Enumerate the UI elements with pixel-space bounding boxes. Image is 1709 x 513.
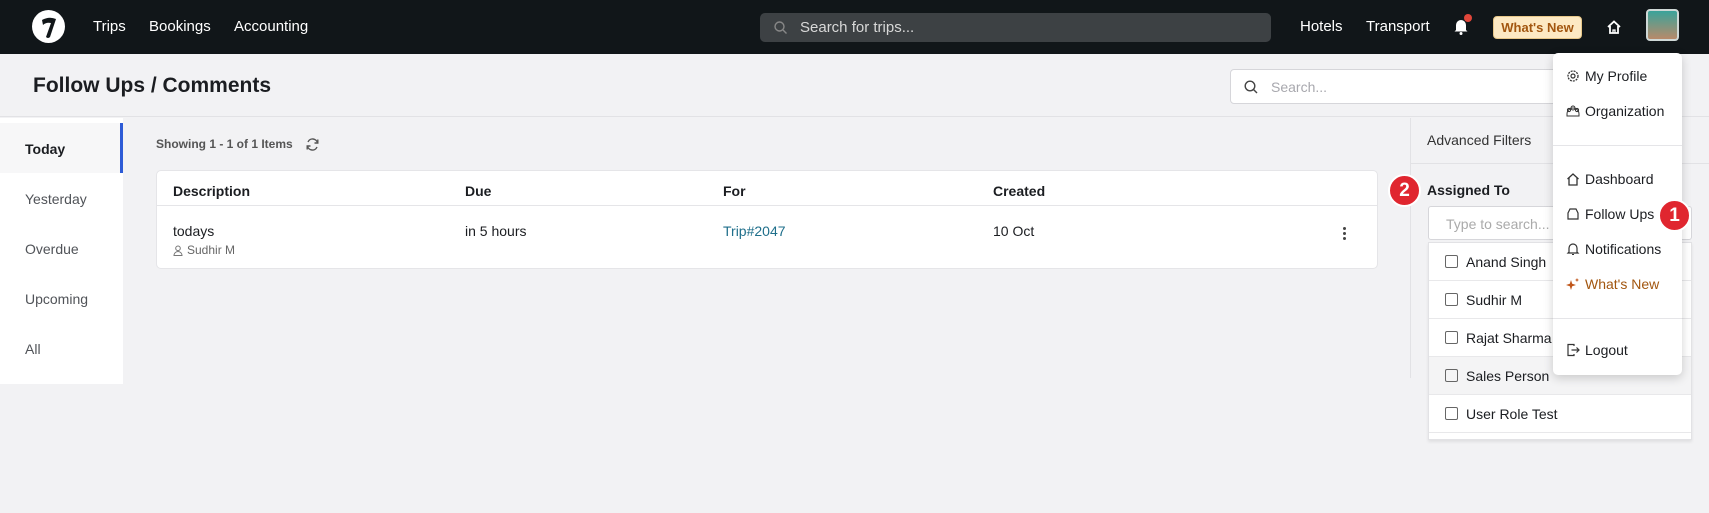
trip-search-placeholder: Search for trips... <box>800 19 915 36</box>
page-title: Follow Ups / Comments <box>33 74 272 97</box>
menu-whats-new[interactable]: What's New <box>1566 276 1659 292</box>
assigned-to-label: Assigned To <box>1427 182 1510 198</box>
app-logo[interactable] <box>32 10 65 43</box>
menu-organization[interactable]: Organization <box>1566 103 1664 119</box>
trip-search-input[interactable]: Search for trips... <box>760 13 1271 42</box>
pagination-summary: Showing 1 - 1 of 1 Items <box>156 137 293 151</box>
col-due: Due <box>465 183 492 199</box>
checkbox[interactable] <box>1445 369 1458 382</box>
annotation-badge-1: 1 <box>1658 199 1691 232</box>
whats-new-button[interactable]: What's New <box>1493 16 1582 39</box>
refresh-icon[interactable] <box>305 137 320 157</box>
home-icon <box>1567 173 1579 186</box>
table-header <box>157 171 1377 206</box>
assignee-option[interactable]: User Role Test <box>1429 395 1691 433</box>
more-options-icon[interactable] <box>1343 227 1347 240</box>
nav-trips[interactable]: Trips <box>93 18 126 35</box>
checkbox[interactable] <box>1445 255 1458 268</box>
checkbox[interactable] <box>1445 331 1458 344</box>
menu-follow-ups[interactable]: Follow Ups <box>1566 206 1654 222</box>
nav-bookings[interactable]: Bookings <box>149 18 211 35</box>
user-icon <box>173 245 183 256</box>
nav-hotels[interactable]: Hotels <box>1300 18 1343 35</box>
tab-overdue[interactable]: Overdue <box>0 223 123 273</box>
gear-icon <box>1567 70 1579 82</box>
inbox-icon <box>1567 208 1579 220</box>
tab-today[interactable]: Today <box>0 123 123 173</box>
row-trip-link[interactable]: Trip#2047 <box>723 223 786 239</box>
top-navbar: Trips Bookings Accounting Search for tri… <box>0 0 1709 54</box>
date-tabs: Today Yesterday Overdue Upcoming All <box>0 118 123 384</box>
menu-dashboard[interactable]: Dashboard <box>1566 171 1654 187</box>
checkbox[interactable] <box>1445 293 1458 306</box>
user-avatar[interactable] <box>1646 9 1679 41</box>
tab-all[interactable]: All <box>0 323 123 373</box>
advanced-filters-title: Advanced Filters <box>1427 132 1532 148</box>
bell-icon[interactable] <box>1453 14 1472 40</box>
menu-logout[interactable]: Logout <box>1566 342 1628 358</box>
row-description: todays <box>173 223 215 239</box>
search-icon <box>1244 80 1258 94</box>
home-icon[interactable] <box>1606 19 1622 40</box>
followups-table: Description Due For Created todays Sudhi… <box>156 170 1378 269</box>
checkbox[interactable] <box>1445 407 1458 420</box>
tab-yesterday[interactable]: Yesterday <box>0 173 123 223</box>
row-created: 10 Oct <box>993 223 1035 239</box>
nav-transport[interactable]: Transport <box>1366 18 1430 35</box>
col-created: Created <box>993 183 1046 199</box>
annotation-badge-2: 2 <box>1388 174 1421 207</box>
users-icon <box>1566 105 1580 117</box>
nav-accounting[interactable]: Accounting <box>234 18 308 35</box>
col-for: For <box>723 183 746 199</box>
row-assignee: Sudhir M <box>187 243 236 257</box>
bell-icon <box>1566 243 1580 255</box>
page-search-placeholder: Search... <box>1271 79 1328 95</box>
row-due: in 5 hours <box>465 223 527 239</box>
notification-dot <box>1464 14 1472 22</box>
menu-notifications[interactable]: Notifications <box>1566 241 1661 257</box>
logout-icon <box>1567 343 1580 357</box>
menu-my-profile[interactable]: My Profile <box>1566 68 1647 84</box>
tab-upcoming[interactable]: Upcoming <box>0 273 123 323</box>
search-icon <box>774 21 787 34</box>
col-description: Description <box>173 183 251 199</box>
sparkle-icon <box>1566 278 1579 290</box>
